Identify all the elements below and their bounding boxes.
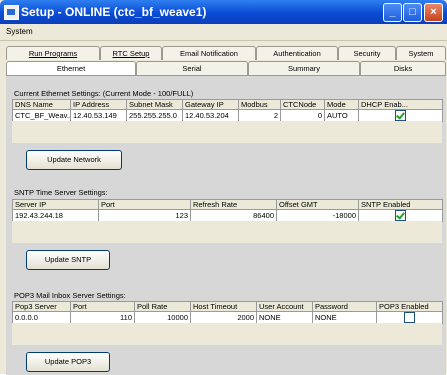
col-refresh-rate[interactable]: Refresh Rate (190, 199, 277, 210)
setup-window: Setup - ONLINE (ctc_bf_weave1) _ □ × Sys… (0, 0, 447, 375)
tab-disks[interactable]: Disks (360, 61, 446, 75)
app-icon (4, 5, 19, 20)
col-dhcp-enabled[interactable]: DHCP Enab... (358, 99, 443, 110)
refresh-rate-cell[interactable]: 86400 (190, 209, 277, 222)
col-pop3-enabled[interactable]: POP3 Enabled (376, 301, 443, 312)
close-button[interactable]: × (424, 3, 443, 22)
pop3-enabled-checkbox[interactable] (404, 312, 415, 323)
col-mode[interactable]: Mode (324, 99, 359, 110)
tab-authentication[interactable]: Authentication (256, 46, 338, 60)
table-row: 192.43.244.18 123 86400 -18000 (12, 209, 443, 222)
col-dns-name[interactable]: DNS Name (12, 99, 71, 110)
tab-ethernet[interactable]: Ethernet (6, 61, 136, 75)
pop3-section-title: POP3 Mail Inbox Server Settings: (14, 291, 126, 300)
col-gateway-ip[interactable]: Gateway IP (182, 99, 239, 110)
tab-serial[interactable]: Serial (136, 61, 248, 75)
menu-system[interactable]: System (6, 27, 33, 36)
col-pop3-server[interactable]: Pop3 Server (12, 301, 71, 312)
sntp-section-title: SNTP Time Server Settings: (14, 188, 108, 197)
dhcp-enabled-checkbox[interactable] (395, 110, 406, 121)
subnet-mask-cell[interactable]: 255.255.255.0 (126, 109, 183, 122)
host-timeout-cell[interactable]: 2000 (190, 311, 257, 324)
tab-system[interactable]: System (396, 46, 446, 60)
modbus-cell[interactable]: 2 (238, 109, 281, 122)
ip-address-cell[interactable]: 12.40.53.149 (70, 109, 127, 122)
pop3-server-cell[interactable]: 0.0.0.0 (12, 311, 71, 324)
col-port[interactable]: Port (98, 199, 191, 210)
col-poll-rate[interactable]: Poll Rate (134, 301, 191, 312)
table-row: CTC_BF_Weav... 12.40.53.149 255.255.255.… (12, 109, 443, 122)
ethernet-section-title: Current Ethernet Settings: (Current Mode… (14, 89, 194, 98)
tab-row-upper: Run Programs RTC Setup Email Notificatio… (6, 46, 446, 60)
window-title: Setup - ONLINE (ctc_bf_weave1) (21, 5, 207, 19)
col-offset-gmt[interactable]: Offset GMT (276, 199, 359, 210)
ethernet-table-empty-area (12, 121, 442, 143)
col-ip-address[interactable]: IP Address (70, 99, 127, 110)
col-modbus[interactable]: Modbus (238, 99, 281, 110)
sntp-table-empty-area (12, 221, 442, 243)
col-sntp-enabled[interactable]: SNTP Enabled (358, 199, 443, 210)
dns-name-cell[interactable]: CTC_BF_Weav... (12, 109, 71, 122)
menu-bar: System (0, 24, 447, 41)
port-cell[interactable]: 110 (70, 311, 135, 324)
dhcp-cell (358, 109, 443, 122)
port-cell[interactable]: 123 (98, 209, 191, 222)
tab-run-programs[interactable]: Run Programs (6, 46, 100, 60)
tab-email-notification[interactable]: Email Notification (162, 46, 256, 60)
table-header-row: Pop3 Server Port Poll Rate Host Timeout … (12, 301, 443, 312)
col-password[interactable]: Password (312, 301, 377, 312)
table-row: 0.0.0.0 110 10000 2000 NONE NONE (12, 311, 443, 324)
offset-gmt-cell[interactable]: -18000 (276, 209, 359, 222)
col-port[interactable]: Port (70, 301, 135, 312)
minimize-button[interactable]: _ (383, 3, 402, 22)
tab-security[interactable]: Security (338, 46, 396, 60)
col-server-ip[interactable]: Server IP (12, 199, 99, 210)
sntp-enabled-checkbox[interactable] (395, 210, 406, 221)
pop3-enabled-cell (376, 311, 443, 324)
ethernet-table: DNS Name IP Address Subnet Mask Gateway … (12, 99, 443, 122)
password-cell[interactable]: NONE (312, 311, 377, 324)
update-sntp-button[interactable]: Update SNTP (26, 250, 110, 270)
ctcnode-cell[interactable]: 0 (280, 109, 325, 122)
user-account-cell[interactable]: NONE (256, 311, 313, 324)
server-ip-cell[interactable]: 192.43.244.18 (12, 209, 99, 222)
col-host-timeout[interactable]: Host Timeout (190, 301, 257, 312)
mode-cell[interactable]: AUTO (324, 109, 359, 122)
gateway-ip-cell[interactable]: 12.40.53.204 (182, 109, 239, 122)
tab-rtc-setup[interactable]: RTC Setup (100, 46, 162, 60)
table-header-row: DNS Name IP Address Subnet Mask Gateway … (12, 99, 443, 110)
col-subnet-mask[interactable]: Subnet Mask (126, 99, 183, 110)
tab-row-lower: Ethernet Serial Summary Disks (6, 61, 446, 75)
col-ctcnode[interactable]: CTCNode (280, 99, 325, 110)
poll-rate-cell[interactable]: 10000 (134, 311, 191, 324)
pop3-table: Pop3 Server Port Poll Rate Host Timeout … (12, 301, 443, 324)
pop3-table-empty-area (12, 323, 442, 345)
sntp-table: Server IP Port Refresh Rate Offset GMT S… (12, 199, 443, 222)
title-bar[interactable]: Setup - ONLINE (ctc_bf_weave1) _ □ × (0, 0, 447, 24)
tab-summary[interactable]: Summary (248, 61, 360, 75)
update-pop3-button[interactable]: Update POP3 (26, 352, 110, 372)
sntp-enabled-cell (358, 209, 443, 222)
update-network-button[interactable]: Update Network (26, 150, 122, 170)
maximize-button[interactable]: □ (403, 3, 422, 22)
table-header-row: Server IP Port Refresh Rate Offset GMT S… (12, 199, 443, 210)
col-user-account[interactable]: User Account (256, 301, 313, 312)
